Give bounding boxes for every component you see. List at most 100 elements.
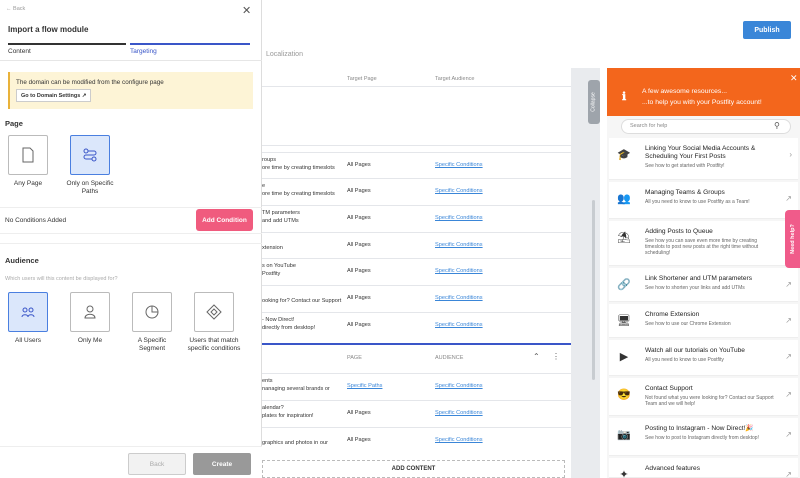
scrollbar[interactable] [592, 200, 595, 380]
no-conditions-text: No Conditions Added [5, 217, 67, 224]
back-link[interactable]: ← Back [6, 6, 25, 12]
tab-targeting[interactable]: Targeting [130, 48, 157, 55]
row-audience-link[interactable]: Specific Conditions [435, 436, 483, 444]
table-row[interactable]: TM parameters and add UTMs All Pages Specif… [262, 205, 571, 232]
row-page: All Pages [347, 242, 371, 248]
back-label: Back [13, 6, 26, 12]
help-item-desc: See how to post to Instagram directly fr… [645, 435, 759, 441]
collapse-toggle[interactable]: Collapse [588, 80, 600, 124]
help-item-title: Advanced features [645, 465, 700, 472]
help-item-title: Adding Posts to Queue [645, 228, 713, 235]
team-icon: 👥 [617, 193, 631, 205]
help-search-input[interactable]: Search for help [621, 119, 791, 134]
external-link-icon: ↗ [81, 93, 87, 99]
specific-paths-label: Only on Specific Paths [66, 180, 114, 195]
external-link-icon: ↗ [785, 430, 792, 439]
monitor-icon: 🖥 [617, 315, 631, 327]
section-divider [262, 343, 571, 345]
row-audience-link[interactable]: Specific Conditions [435, 294, 483, 302]
more-icon[interactable]: ⋮ [552, 352, 560, 361]
match-conditions-option[interactable] [194, 292, 234, 332]
specific-segment-option[interactable] [132, 292, 172, 332]
tab-content[interactable]: Content [8, 48, 31, 55]
table-row[interactable]: graphics and photos in our All Pages Speci… [262, 427, 571, 454]
table-row[interactable]: roups ore time by creating timeslots All P… [262, 152, 571, 179]
info-icon: ℹ [622, 91, 627, 103]
row-title: TM parameters [262, 210, 300, 216]
row-page: All Pages [347, 410, 371, 416]
row-page: All Pages [347, 295, 371, 301]
column-header-audience: Target Audience [435, 76, 475, 82]
page-section-title: Page [5, 119, 23, 128]
beach-icon: ⛱ [617, 232, 631, 244]
row-audience-link[interactable]: Specific Conditions [435, 214, 483, 222]
row-audience-link[interactable]: Specific Conditions [435, 321, 483, 329]
need-help-tab[interactable]: Need help? [785, 210, 800, 268]
help-item-desc: See how you can save even more time by c… [645, 238, 759, 256]
tab-indicator-targeting [130, 43, 250, 45]
help-item[interactable]: ⛱ Adding Posts to Queue See how you can sa… [609, 221, 798, 266]
pie-chart-icon [145, 305, 159, 319]
row-audience-link[interactable]: Specific Conditions [435, 241, 483, 249]
help-item-title: Watch all our tutorials on YouTube [645, 347, 745, 354]
row-title: s on YouTube [262, 263, 297, 269]
tab-localization[interactable]: Localization [266, 51, 303, 58]
domain-settings-button[interactable]: Go to Domain Settings ↗ [16, 89, 92, 102]
table-row[interactable]: ents nanaging several brands or Specific P… [262, 373, 571, 400]
only-me-label: Only Me [77, 337, 103, 344]
row-desc: Postfity [262, 271, 281, 277]
close-icon[interactable]: ✕ [242, 6, 251, 17]
add-condition-button[interactable]: Add Condition [196, 209, 253, 231]
help-item-title: Link Shortener and UTM parameters [645, 275, 753, 282]
row-desc: directly from desktop! [262, 325, 316, 331]
audience-section-title: Audience [5, 256, 39, 265]
help-item[interactable]: 😎 Contact Support Not found what you were … [609, 378, 798, 416]
row-desc: ore time by creating timeslots [262, 165, 335, 171]
create-button[interactable]: Create [193, 453, 251, 475]
add-content-button[interactable]: ADD CONTENT [262, 460, 565, 478]
row-title: e [262, 183, 266, 189]
document-icon [22, 147, 34, 163]
diamond-icon [206, 304, 222, 320]
row-audience-link[interactable]: Specific Conditions [435, 187, 483, 195]
table-row[interactable]: e ore time by creating timeslots All Pages… [262, 178, 571, 205]
publish-button[interactable]: Publish [743, 21, 791, 39]
help-item[interactable]: ▶ Watch all our tutorials on YouTube All y… [609, 340, 798, 376]
only-me-option[interactable] [70, 292, 110, 332]
all-users-option[interactable] [8, 292, 48, 332]
row-page[interactable]: Specific Paths [347, 382, 382, 390]
row-desc: ooking for? Contact our Support [262, 298, 342, 304]
close-icon[interactable]: ✕ [790, 73, 798, 84]
table-row[interactable]: s on YouTube Postfity All Pages Specific Co… [262, 258, 571, 285]
row-audience-link[interactable]: Specific Conditions [435, 267, 483, 275]
row-audience-link[interactable]: Specific Conditions [435, 161, 483, 169]
specific-paths-option[interactable] [70, 135, 110, 175]
help-item-title: Linking Your Social Media Accounts & Sch… [645, 145, 756, 160]
chevron-up-icon[interactable]: ⌃ [533, 352, 540, 361]
table-row[interactable]: - Now Direct! directly from desktop! All P… [262, 312, 571, 339]
external-link-icon: ↗ [785, 390, 792, 399]
domain-notice: The domain can be modified from the conf… [8, 72, 253, 109]
row-page: All Pages [347, 162, 371, 168]
modal-title: Import a flow module [8, 25, 89, 34]
help-item[interactable]: ✦ Advanced features ↗ [609, 458, 798, 478]
help-item-desc: All you need to know to use Postfity as … [645, 199, 750, 205]
row-title: alendar? [262, 405, 284, 411]
help-item[interactable]: 👥 Managing Teams & Groups All you need to … [609, 182, 798, 219]
help-item[interactable]: 🎓 Linking Your Social Media Accounts & Sc… [609, 138, 798, 180]
help-item[interactable]: 🔗 Link Shortener and UTM parameters See ho… [609, 268, 798, 302]
back-button[interactable]: Back [128, 453, 186, 475]
table-row[interactable]: alendar? plates for inspiration! All Pages… [262, 400, 571, 427]
row-page: All Pages [347, 322, 371, 328]
table-row[interactable]: ooking for? Contact our Support All Pages… [262, 285, 571, 312]
row-audience-link[interactable]: Specific Conditions [435, 409, 483, 417]
external-link-icon: ↗ [785, 280, 792, 289]
help-item[interactable]: 🖥 Chrome Extension See how to use our Chro… [609, 304, 798, 338]
row-audience-link[interactable]: Specific Conditions [435, 382, 483, 390]
any-page-option[interactable] [8, 135, 48, 175]
table-row[interactable]: xtension All Pages Specific Conditions [262, 232, 571, 259]
help-item-desc: All you need to know to use Postfity [645, 357, 724, 363]
help-item[interactable]: 📷 Posting to Instagram - Now Direct!🎉 See … [609, 418, 798, 456]
external-link-icon: ↗ [785, 316, 792, 325]
search-icon[interactable]: ⚲ [774, 121, 780, 130]
